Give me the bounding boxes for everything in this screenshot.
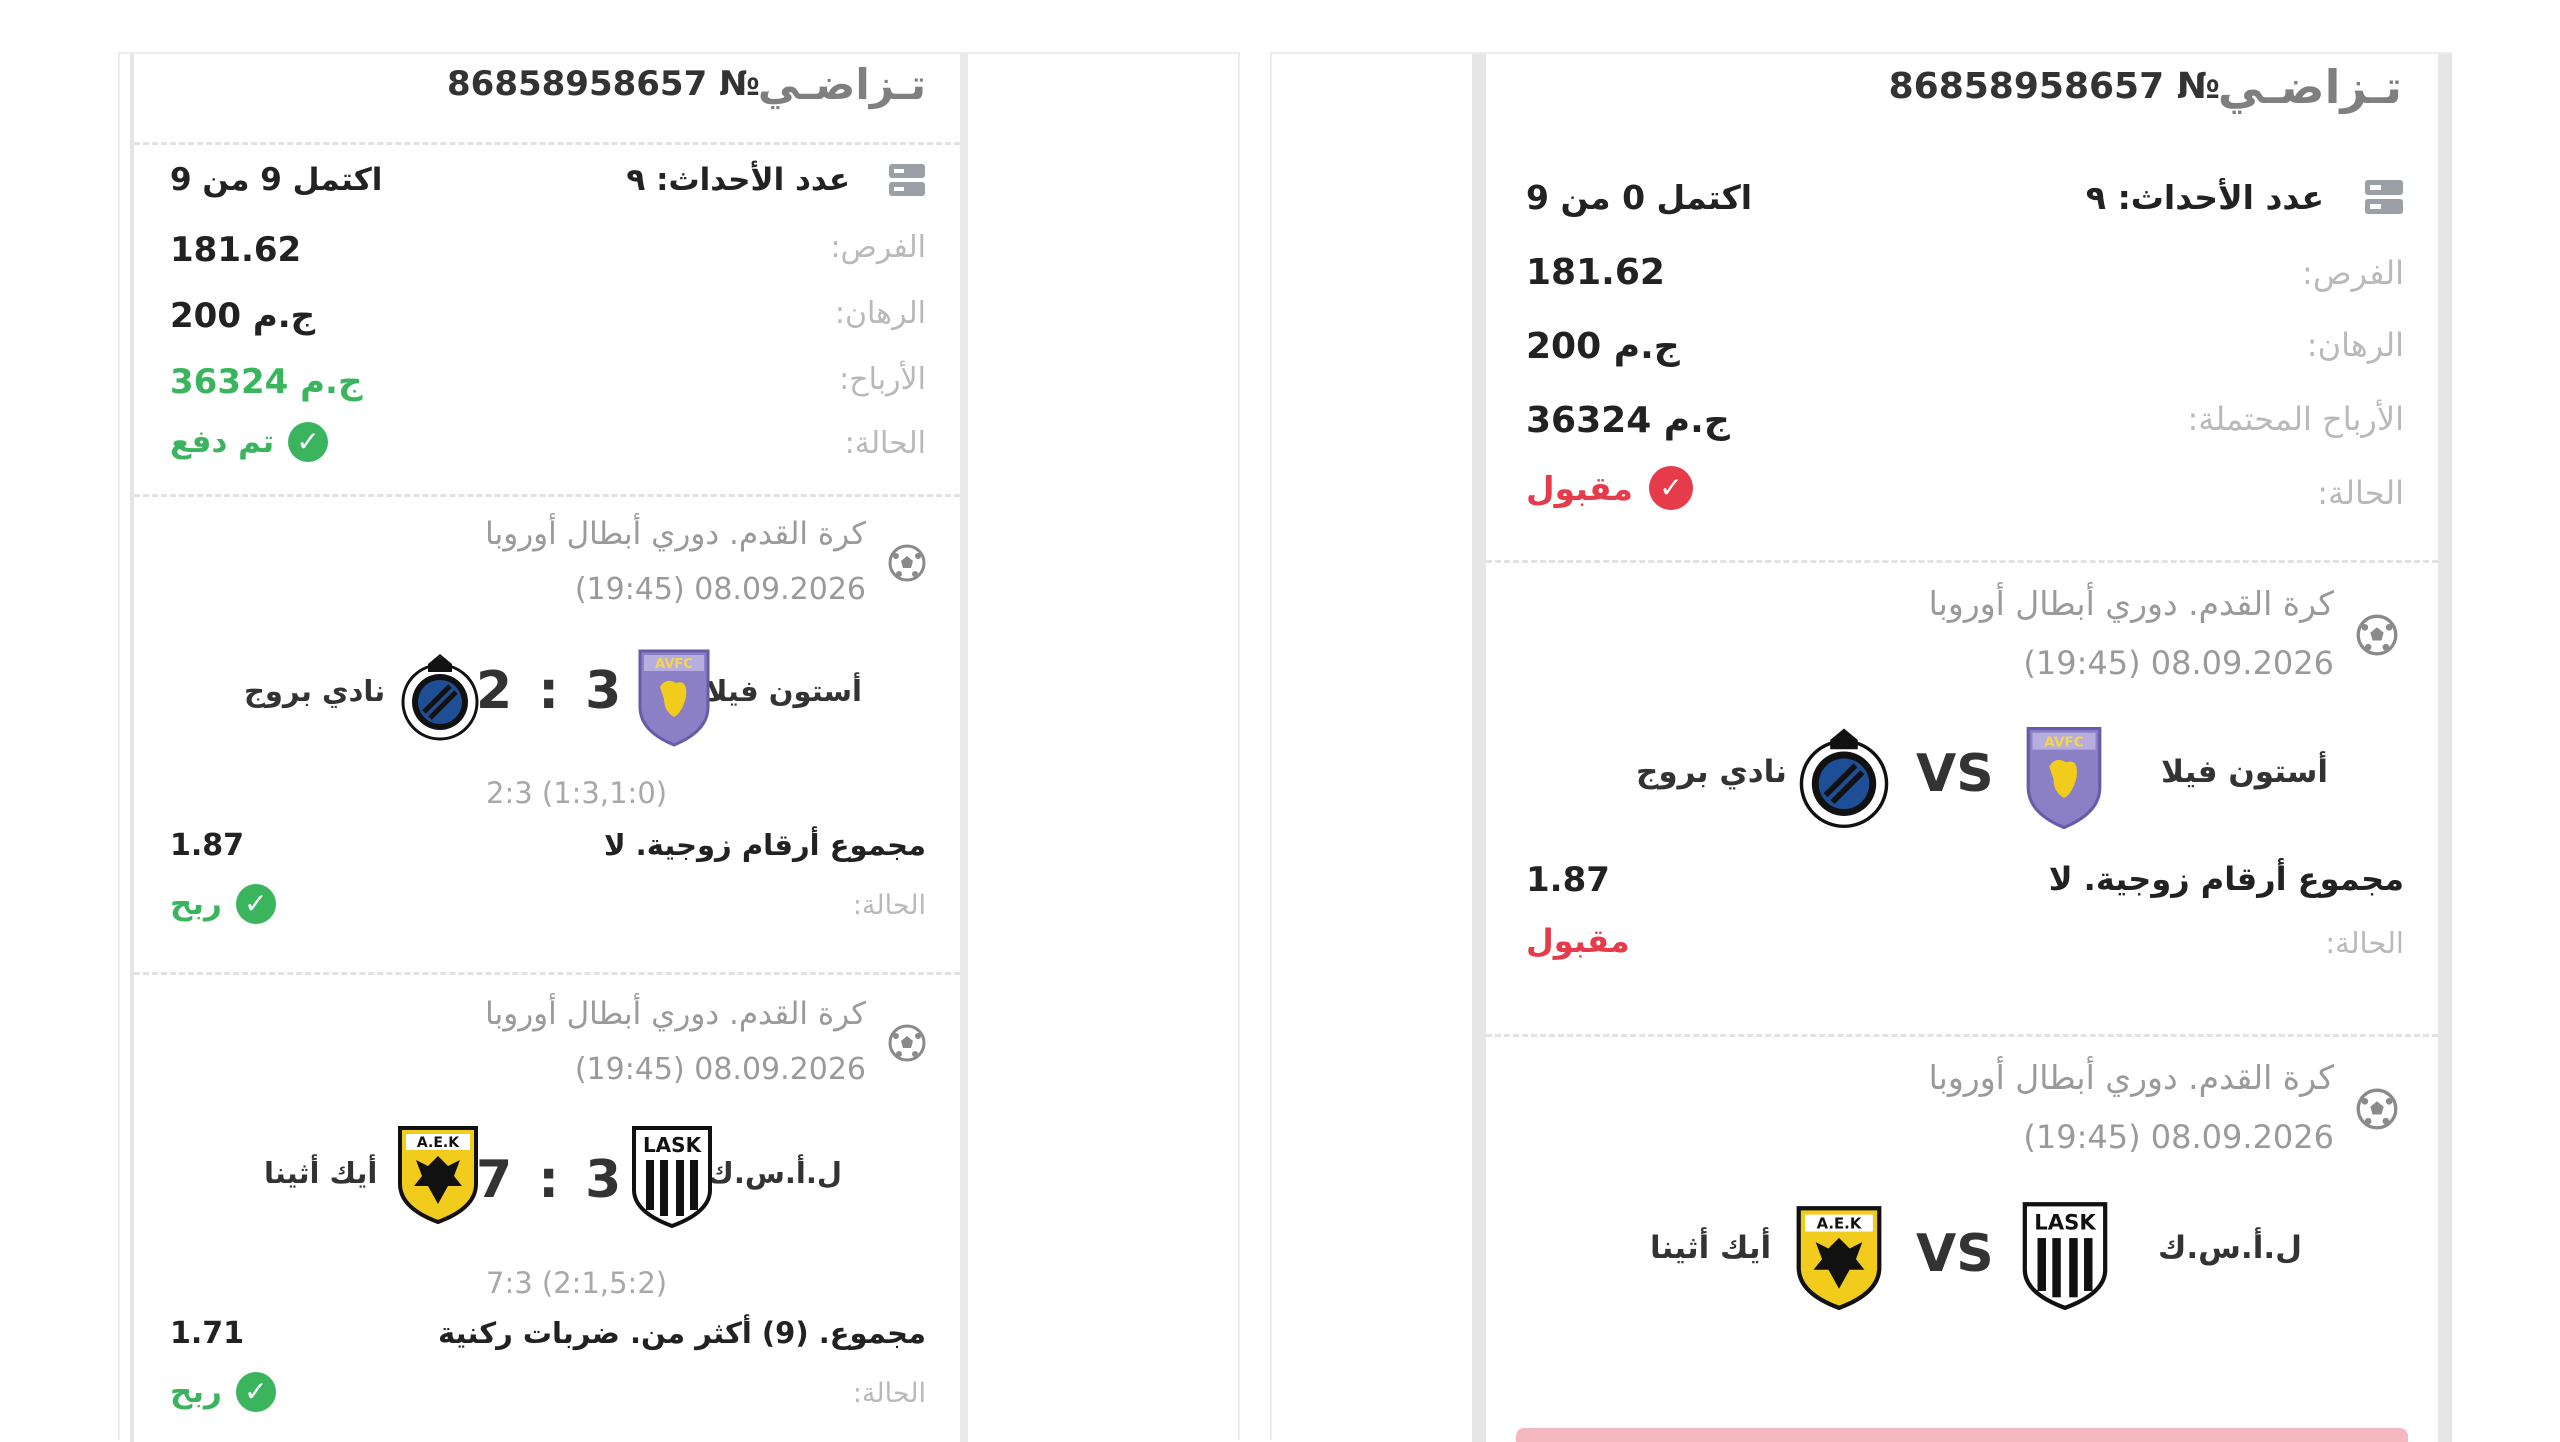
svg-text:A.E.K: A.E.K bbox=[1817, 1215, 1862, 1232]
status-label: الحالة: bbox=[844, 426, 926, 461]
odds-value: 181.62 bbox=[1526, 252, 1665, 293]
stake-value: 200 ج.م bbox=[1526, 326, 1680, 367]
event-datetime: (19:45) 08.09.2026 bbox=[2023, 644, 2334, 682]
divider bbox=[134, 142, 960, 145]
divider bbox=[1486, 1034, 2438, 1037]
left-screenshot-panel: تـزاضـي 86858958657 № عدد الأحداث: ٩ اكت… bbox=[118, 52, 1240, 1442]
club-brugge-crest-icon bbox=[1798, 726, 1890, 834]
match-score: 2 : 3 bbox=[476, 661, 626, 721]
list-icon bbox=[2364, 178, 2404, 220]
list-icon bbox=[888, 162, 926, 202]
event-datetime: (19:45) 08.09.2026 bbox=[574, 1052, 866, 1087]
versus-label: VS bbox=[1916, 1224, 1994, 1284]
check-circle-icon: ✓ bbox=[1648, 466, 1693, 510]
check-circle-icon: ✓ bbox=[235, 1372, 276, 1412]
winnings-label: الأرباح: bbox=[839, 362, 926, 397]
status-value: تم دفع bbox=[170, 424, 275, 460]
home-team-name: أستون فيلا bbox=[2161, 754, 2328, 790]
home-team-name: ل.أ.س.ك bbox=[2157, 1230, 2302, 1266]
odds-label: الفرص: bbox=[2302, 254, 2404, 292]
status-value: مقبول bbox=[1526, 468, 1633, 508]
aston-villa-crest-icon: AVFC bbox=[2024, 724, 2104, 834]
divider bbox=[134, 972, 960, 975]
soccer-ball-icon bbox=[888, 1024, 926, 1066]
check-circle-icon: ✓ bbox=[235, 884, 276, 924]
event-league: كرة القدم. دوري أبطال أوروبا bbox=[485, 516, 866, 552]
bet-market: مجموع أرقام زوجية. لا bbox=[603, 828, 926, 862]
bet-odd: 1.87 bbox=[170, 828, 245, 863]
event-league: كرة القدم. دوري أبطال أوروبا bbox=[485, 996, 866, 1032]
away-team-name: أيك أثينا bbox=[264, 1156, 378, 1190]
stake-value: 200 ج.م bbox=[170, 296, 316, 336]
event-league: كرة القدم. دوري أبطال أوروبا bbox=[1928, 1058, 2334, 1097]
event-status-value: ربح bbox=[170, 886, 222, 922]
soccer-ball-icon bbox=[2356, 1088, 2398, 1134]
event-datetime: (19:45) 08.09.2026 bbox=[2023, 1118, 2334, 1156]
winnings-value: 36324 ج.م bbox=[1526, 400, 1730, 441]
svg-text:AVFC: AVFC bbox=[2044, 734, 2084, 750]
bet-ticket-accepted: تـزاضـي 86858958657 № عدد الأحداث: ٩ اكت… bbox=[1472, 54, 2452, 1442]
status-accepted: ✓ مقبول bbox=[1526, 466, 1693, 510]
status-paid: ✓ تم دفع bbox=[170, 422, 329, 462]
away-team-name: نادي بروج bbox=[244, 674, 386, 708]
bet-odd: 1.87 bbox=[1526, 860, 1610, 900]
aston-villa-crest-icon: AVFC bbox=[636, 647, 712, 751]
match-score: 7 : 3 bbox=[476, 1150, 626, 1210]
svg-text:A.E.K: A.E.K bbox=[417, 1135, 460, 1151]
aek-crest-icon: A.E.K bbox=[1794, 1204, 1884, 1314]
winnings-value: 36324 ج.م bbox=[170, 362, 363, 402]
ticket-number: 86858958657 № bbox=[447, 64, 760, 104]
bet-ticket-settled: تـزاضـي 86858958657 № عدد الأحداث: ٩ اكت… bbox=[130, 54, 968, 1442]
odds-label: الفرص: bbox=[830, 230, 926, 265]
odds-value: 181.62 bbox=[170, 230, 302, 270]
bet-odd: 1.71 bbox=[170, 1316, 245, 1351]
away-team-name: نادي بروج bbox=[1636, 754, 1787, 790]
divider bbox=[134, 494, 960, 497]
event-status-win: ✓ ربح bbox=[170, 884, 276, 924]
winnings-label: الأرباح المحتملة: bbox=[2187, 400, 2404, 438]
completed-count: اكتمل 9 من 9 bbox=[170, 162, 383, 198]
event-status-value: ربح bbox=[170, 1374, 222, 1410]
svg-text:LASK: LASK bbox=[2034, 1210, 2097, 1235]
home-team-name: ل.أ.س.ك bbox=[707, 1156, 842, 1190]
event-status-label: الحالة: bbox=[852, 890, 926, 921]
status-label: الحالة: bbox=[2317, 474, 2404, 512]
event-datetime: (19:45) 08.09.2026 bbox=[574, 572, 866, 607]
events-count: عدد الأحداث: ٩ bbox=[626, 162, 850, 198]
soccer-ball-icon bbox=[2356, 614, 2398, 660]
event-status-win: ✓ ربح bbox=[170, 1372, 276, 1412]
lask-crest-icon: LASK bbox=[2020, 1200, 2110, 1314]
event-status-label: الحالة: bbox=[852, 1378, 926, 1409]
divider bbox=[1486, 560, 2438, 563]
event-status-value: مقبول bbox=[1526, 922, 1630, 960]
check-circle-icon: ✓ bbox=[288, 422, 329, 462]
stake-label: الرهان: bbox=[834, 296, 926, 331]
away-team-name: أيك أثينا bbox=[1650, 1230, 1772, 1266]
aek-crest-icon: A.E.K bbox=[396, 1124, 480, 1228]
club-brugge-crest-icon bbox=[400, 652, 480, 746]
lask-crest-icon: LASK bbox=[630, 1124, 714, 1232]
event-league: كرة القدم. دوري أبطال أوروبا bbox=[1928, 584, 2334, 623]
event-status-label: الحالة: bbox=[2325, 926, 2404, 960]
stake-label: الرهان: bbox=[2306, 326, 2404, 364]
soccer-ball-icon bbox=[888, 544, 926, 586]
svg-text:LASK: LASK bbox=[643, 1133, 703, 1157]
ticket-title: تـزاضـي bbox=[757, 60, 928, 109]
score-detail: 7:3 (2:1,5:2) bbox=[486, 1266, 668, 1300]
home-team-name: أستون فيلا bbox=[705, 674, 862, 708]
right-screenshot-panel: تـزاضـي 86858958657 № عدد الأحداث: ٩ اكت… bbox=[1270, 52, 2452, 1442]
bet-market: مجموع أرقام زوجية. لا bbox=[2048, 860, 2404, 898]
score-detail: 2:3 (1:3,1:0) bbox=[486, 776, 668, 810]
bet-market: مجموع. (9) أكثر من. ضربات ركنية bbox=[437, 1316, 926, 1350]
ticket-title: تـزاضـي bbox=[2217, 60, 2404, 114]
svg-text:AVFC: AVFC bbox=[655, 657, 693, 672]
completed-count: اكتمل 0 من 9 bbox=[1526, 178, 1753, 217]
events-count: عدد الأحداث: ٩ bbox=[2085, 178, 2324, 217]
ticket-number: 86858958657 № bbox=[1888, 66, 2220, 107]
versus-label: VS bbox=[1916, 744, 1994, 804]
